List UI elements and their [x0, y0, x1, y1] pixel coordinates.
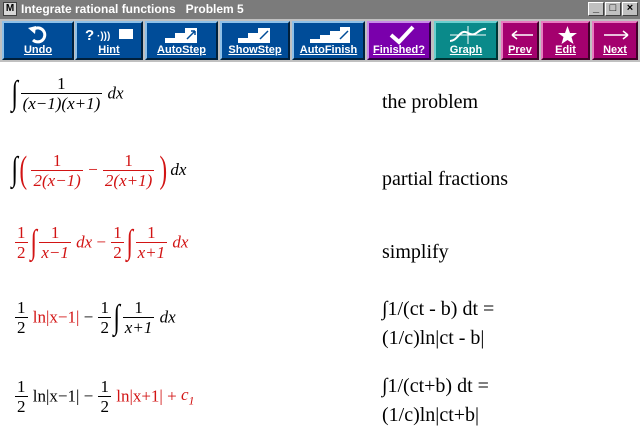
- fraction: 1 x+1: [122, 298, 155, 337]
- showstep-button[interactable]: ShowStep: [220, 21, 290, 60]
- autofinish-icon: [310, 27, 350, 43]
- rule-line-1: ∫1/(ct+b) dt =: [382, 375, 489, 397]
- step-5-description: ∫1/(ct+b) dt = (1/c)ln|ct+b|: [382, 375, 489, 427]
- step-row-2: ∫ ( 1 2(x−1) − 1 2(x+1) ) dx partial fra…: [0, 148, 640, 208]
- autofinish-label: AutoFinish: [299, 44, 358, 56]
- constant: c1: [180, 384, 195, 408]
- step-row-3: 1 2 ∫ 1 x−1 dx − 1 2 ∫ 1 x+1 dx simplify: [0, 223, 640, 281]
- toolbar: Undo ? ·))) Hint AutoStep ShowStep AutoFi…: [0, 19, 640, 62]
- svg-text:·))): ·))): [97, 31, 110, 42]
- step-4-expression[interactable]: 1 2 ln|x−1| − 1 2 ∫ 1 x+1 dx: [14, 298, 176, 337]
- step-4-description: ∫1/(ct - b) dt = (1/c)ln|ct - b|: [382, 298, 494, 350]
- step-row-4: 1 2 ln|x−1| − 1 2 ∫ 1 x+1 dx ∫1/(ct - b)…: [0, 298, 640, 360]
- edit-button[interactable]: Edit: [541, 21, 590, 60]
- showstep-label: ShowStep: [228, 44, 282, 56]
- integral-sign: ∫: [11, 151, 18, 188]
- rule-line-1: ∫1/(ct - b) dt =: [382, 298, 495, 320]
- fraction: 1 2: [98, 377, 111, 416]
- integral-sign: ∫: [113, 298, 121, 336]
- next-button[interactable]: Next: [592, 21, 638, 60]
- fraction: 1 x+1: [135, 223, 168, 262]
- graph-button[interactable]: Graph: [434, 21, 498, 60]
- left-arrow-icon: [511, 30, 533, 40]
- integral-sign: ∫: [126, 223, 133, 261]
- autostep-button[interactable]: AutoStep: [145, 21, 218, 60]
- integral-sign: ∫: [11, 74, 18, 112]
- svg-text:?: ?: [85, 27, 94, 44]
- undo-button[interactable]: Undo: [2, 21, 74, 60]
- autostep-label: AutoStep: [157, 44, 206, 56]
- window-title: Integrate rational functions Problem 5: [21, 2, 244, 16]
- fraction: 1 2: [15, 298, 28, 337]
- autostep-icon: [165, 28, 197, 43]
- rule-line-2: (1/c)ln|ct - b|: [382, 327, 485, 349]
- fraction: 1 x−1: [39, 223, 71, 262]
- close-button[interactable]: ×: [622, 2, 638, 16]
- autofinish-button[interactable]: AutoFinish: [292, 21, 365, 60]
- fraction: 1 2: [98, 298, 111, 337]
- app-icon: M: [3, 2, 17, 16]
- title-bar: M Integrate rational functions Problem 5…: [0, 0, 640, 19]
- highlighted-term: ( 1 2(x−1) − 1 2(x+1) ): [19, 149, 167, 191]
- step-3-expression[interactable]: 1 2 ∫ 1 x−1 dx − 1 2 ∫ 1 x+1 dx: [14, 223, 188, 262]
- hint-icon: ? ·))): [85, 27, 133, 44]
- fraction: 1 2(x−1): [31, 150, 83, 190]
- next-label: Next: [603, 44, 627, 56]
- step-row-1: ∫ 1 (x−1)(x+1) dx the problem: [0, 74, 640, 130]
- fraction: 1 (x−1)(x+1): [20, 74, 103, 113]
- step-1-description: the problem: [382, 91, 479, 113]
- right-arrow-icon: [604, 30, 629, 40]
- hint-label: Hint: [98, 44, 120, 56]
- step-row-5: 1 2 ln|x−1| − 1 2 ln|x+1| + c1 ∫1/(ct+b)…: [0, 375, 640, 437]
- step-5-expression[interactable]: 1 2 ln|x−1| − 1 2 ln|x+1| + c1: [14, 377, 194, 416]
- hint-button[interactable]: ? ·))) Hint: [75, 21, 143, 60]
- step-3-description: simplify: [382, 241, 449, 263]
- minimize-button[interactable]: _: [588, 2, 604, 16]
- fraction: 1 2(x+1): [102, 150, 155, 190]
- finished-button[interactable]: Finished?: [367, 21, 431, 60]
- undo-label: Undo: [23, 44, 53, 56]
- graph-icon: [449, 26, 487, 44]
- prev-button[interactable]: Prev: [501, 21, 539, 60]
- prev-label: Prev: [508, 44, 532, 56]
- step-1-expression[interactable]: ∫ 1 (x−1)(x+1) dx: [11, 74, 123, 113]
- integral-sign: ∫: [30, 223, 37, 261]
- checkmark-icon: [389, 25, 415, 45]
- undo-icon: [28, 26, 47, 44]
- step-2-expression[interactable]: ∫ ( 1 2(x−1) − 1 2(x+1) ) dx: [11, 148, 186, 192]
- maximize-button[interactable]: □: [605, 2, 621, 16]
- graph-label: Graph: [449, 44, 483, 56]
- fraction: 1 2: [111, 223, 124, 262]
- rule-line-2: (1/c)ln|ct+b|: [382, 404, 480, 426]
- edit-label: Edit: [555, 44, 576, 56]
- fraction: 1 2: [15, 377, 28, 416]
- star-icon: [558, 26, 577, 44]
- showstep-icon: [238, 28, 270, 43]
- fraction: 1 2: [15, 223, 28, 262]
- finished-label: Finished?: [373, 44, 425, 56]
- step-2-description: partial fractions: [382, 168, 509, 190]
